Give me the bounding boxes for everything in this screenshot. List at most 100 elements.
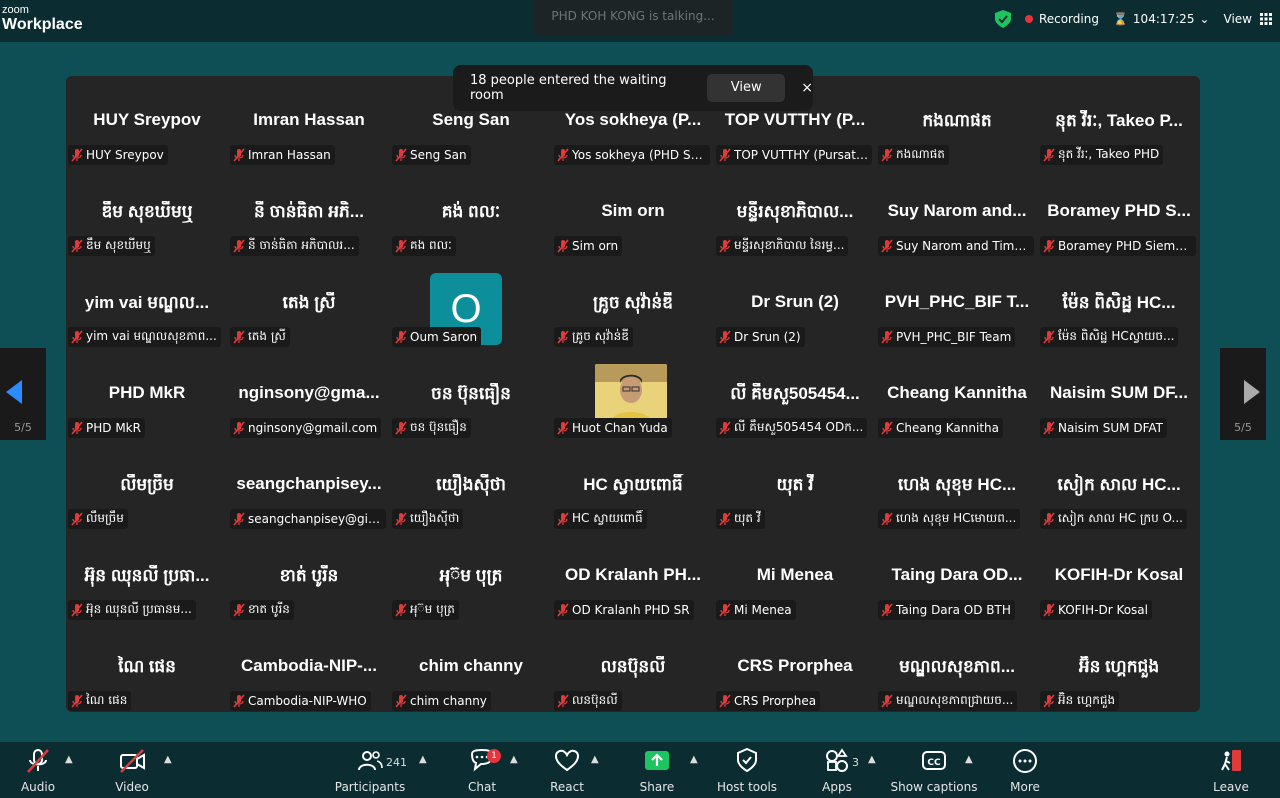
participant-tile[interactable]: PHD MkR PHD MkR: [66, 349, 228, 440]
participants-button[interactable]: Participants: [335, 746, 405, 794]
participant-tile[interactable]: ម៉ែន ពិសិដ្ឋ HC... ម៉ែន ពិសិដ្ឋ HCស្វាយច.…: [1038, 258, 1200, 349]
participant-tile[interactable]: Mi Menea Mi Menea: [714, 531, 876, 622]
participant-tile[interactable]: KOFIH-Dr Kosal KOFIH-Dr Kosal: [1038, 531, 1200, 622]
participant-tile[interactable]: Suy Narom and... Suy Narom and Tim S...: [876, 167, 1038, 258]
share-button[interactable]: Share: [637, 746, 677, 794]
participant-tile[interactable]: seangchanpisey... seangchanpisey@gia...: [228, 440, 390, 531]
participant-tile[interactable]: Taing Dara OD... Taing Dara OD BTH: [876, 531, 1038, 622]
participant-name-display: ខាត់ បូរីន: [279, 566, 339, 585]
recording-indicator[interactable]: Recording: [1024, 12, 1099, 26]
participants-options-chevron-icon[interactable]: ▲: [419, 754, 427, 765]
participant-name-label: ចន ប៊ុនធឿន: [392, 418, 471, 438]
participant-tile[interactable]: O Oum Saron: [390, 258, 552, 349]
participant-name-display: OD Kralanh PH...: [564, 565, 702, 584]
participant-tile[interactable]: Dr Srun (2) Dr Srun (2): [714, 258, 876, 349]
mic-muted-icon: [719, 603, 731, 617]
participant-tile[interactable]: ចន ប៊ុនធឿន ចន ប៊ុនធឿន: [390, 349, 552, 440]
participant-name-text: ឌឹម សុខឃីមឬ: [86, 238, 151, 252]
participant-name-text: ម៉ែន ពិសិដ្ឋ HCស្វាយច...: [1058, 329, 1175, 343]
shield-icon[interactable]: [994, 10, 1011, 28]
participant-tile[interactable]: អ៊ុន ឈុនលី ប្រធា... អ៊ុន ឈុនលី ប្រធានម...: [66, 531, 228, 622]
participant-name-display: នុត វីរៈ, Takeo P...: [1055, 111, 1183, 130]
participant-tile[interactable]: Imran Hassan Imran Hassan: [228, 76, 390, 167]
participant-tile[interactable]: លឹមច្រឹម លឹមច្រឹម: [66, 440, 228, 531]
participant-name-label: អ៊ុន ឈុនលី ប្រធានម...: [68, 600, 196, 620]
react-button[interactable]: React: [547, 746, 587, 794]
mic-muted-icon: [71, 330, 83, 344]
meeting-status: Recording ⌛ 104:17:25 ⌄ View: [994, 6, 1272, 32]
meeting-timer[interactable]: ⌛ 104:17:25 ⌄: [1113, 12, 1210, 26]
participant-name-label: Yos sokheya (PHD Sva...: [554, 145, 710, 165]
notification-view-button[interactable]: View: [707, 74, 786, 102]
participant-tile[interactable]: OD Kralanh PH... OD Kralanh PHD SR: [552, 531, 714, 622]
participant-tile[interactable]: មន្ទីរសុខាភិបាល... មន្ទីរសុខាភិបាល នៃរម្ធ…: [714, 167, 876, 258]
apps-options-chevron-icon[interactable]: ▲: [868, 754, 876, 765]
show-captions-button[interactable]: CC Show captions: [891, 746, 978, 794]
participant-tile[interactable]: Boramey PHD S... Boramey PHD SiemReap: [1038, 167, 1200, 258]
participant-tile[interactable]: CRS Prorphea CRS Prorphea: [714, 622, 876, 712]
participant-tile[interactable]: Naisim SUM DF... Naisim SUM DFAT: [1038, 349, 1200, 440]
participant-name-text: តេង ស្រី: [248, 329, 286, 343]
participant-name-label: Imran Hassan: [230, 145, 335, 165]
more-button[interactable]: More: [1005, 746, 1045, 794]
participant-grid: HUY Sreypov HUY Sreypov Imran Hassan Imran …: [66, 76, 1200, 712]
participant-tile[interactable]: លី គឹមសួ505454... លី គឹមសួ505454 ODក...: [714, 349, 876, 440]
participant-tile[interactable]: យឿងស៊ីថា យឿងស៊ីថា: [390, 440, 552, 531]
participant-name-display: ណៃ ផេន: [118, 657, 176, 676]
participant-name-display: កងណាផត: [922, 111, 992, 130]
participant-name-text: នុត វីរៈ, Takeo PHD: [1058, 147, 1160, 161]
audio-button[interactable]: Audio: [18, 746, 58, 794]
share-options-chevron-icon[interactable]: ▲: [690, 754, 698, 765]
participant-tile[interactable]: ឌឹម សុខឃីមឬ ឌឹម សុខឃីមឬ: [66, 167, 228, 258]
leave-button[interactable]: Leave: [1211, 746, 1251, 794]
participant-tile[interactable]: ណៃ ផេន ណៃ ផេន: [66, 622, 228, 712]
participant-tile[interactable]: កងណាផត កងណាផត: [876, 76, 1038, 167]
participant-tile[interactable]: នុត វីរៈ, Takeo P... នុត វីរៈ, Takeo PHD: [1038, 76, 1200, 167]
participant-tile[interactable]: yim vai មណ្ឌល... yim vai មណ្ឌលសុខភាព...: [66, 258, 228, 349]
participant-tile[interactable]: តេង ស្រី តេង ស្រី: [228, 258, 390, 349]
participant-tile[interactable]: គង់ ពលៈ គង ពលៈ: [390, 167, 552, 258]
participant-tile[interactable]: Cheang Kannitha Cheang Kannitha: [876, 349, 1038, 440]
participant-tile[interactable]: យុត វី យុត វី: [714, 440, 876, 531]
zoom-logo: zoom Workplace: [2, 5, 83, 33]
participant-tile[interactable]: នី ចាន់ធិតា អភិ... នី ចាន់ធិតា អភិបាលរ...: [228, 167, 390, 258]
participant-tile[interactable]: សៀក សាល HC... សៀក សាល HC ក្រប O...: [1038, 440, 1200, 531]
react-options-chevron-icon[interactable]: ▲: [591, 754, 599, 765]
participant-tile[interactable]: HUY Sreypov HUY Sreypov: [66, 76, 228, 167]
previous-page-button[interactable]: 5/5: [0, 348, 46, 440]
participant-tile[interactable]: chim channy chim channy: [390, 622, 552, 712]
video-button[interactable]: Video: [112, 746, 152, 794]
heart-icon: [554, 749, 580, 772]
host-tools-button[interactable]: Host tools: [717, 746, 777, 794]
participant-name-label: Oum Saron: [392, 327, 482, 347]
participant-tile[interactable]: HC ស្វាយពោធិ៍ HC ស្វាយពោធិ៍: [552, 440, 714, 531]
captions-options-chevron-icon[interactable]: ▲: [965, 754, 973, 765]
close-icon[interactable]: ×: [801, 80, 813, 96]
participant-tile[interactable]: អុ៊ម បុត្រ អុ៊ម បុត្រ: [390, 531, 552, 622]
timer-value: 104:17:25: [1132, 12, 1195, 26]
view-button[interactable]: View: [1224, 12, 1272, 26]
participant-tile[interactable]: Cambodia-NIP-... Cambodia-NIP-WHO: [228, 622, 390, 712]
audio-options-chevron-icon[interactable]: ▲: [65, 754, 73, 765]
video-options-chevron-icon[interactable]: ▲: [164, 754, 172, 765]
participant-tile[interactable]: Huot Chan Yuda: [552, 349, 714, 440]
participant-name-text: chim channy: [410, 694, 487, 708]
participant-tile[interactable]: គ្រូច សុវ៉ាន់ឌី គ្រូច សុវ៉ាន់ឌី: [552, 258, 714, 349]
participant-tile[interactable]: PVH_PHC_BIF T... PVH_PHC_BIF Team: [876, 258, 1038, 349]
participant-tile[interactable]: លនប៊ុនលី លនប៊ុនលី: [552, 622, 714, 712]
participant-tile[interactable]: ខាត់ បូរីន ខាត បូរីន: [228, 531, 390, 622]
chat-options-chevron-icon[interactable]: ▲: [510, 754, 518, 765]
mic-muted-icon: [1043, 603, 1055, 617]
participant-tile[interactable]: nginsony@gma... nginsony@gmail.com: [228, 349, 390, 440]
participant-tile[interactable]: មណ្ឌលសុខភាព... មណ្ឌលសុខភាពជ្រាយច...: [876, 622, 1038, 712]
participant-name-label: CRS Prorphea: [716, 691, 821, 711]
next-page-button[interactable]: 5/5: [1220, 348, 1266, 440]
mic-muted-icon: [395, 512, 407, 526]
participant-tile[interactable]: Sim orn Sim orn: [552, 167, 714, 258]
apps-button[interactable]: Apps: [817, 746, 857, 794]
active-speaker-banner: PHD KOH KONG is talking...: [533, 0, 733, 36]
participant-tile[interactable]: ហេង សុខុម HC... ហេង សុខុម HCមោយព...: [876, 440, 1038, 531]
participant-tile[interactable]: អ៊ិន ហ្គេកជួង អ៊ិន ហ្គេកជួង: [1038, 622, 1200, 712]
participant-name-display: TOP VUTTHY (P...: [724, 110, 866, 129]
participant-name-display: CRS Prorphea: [737, 656, 853, 675]
